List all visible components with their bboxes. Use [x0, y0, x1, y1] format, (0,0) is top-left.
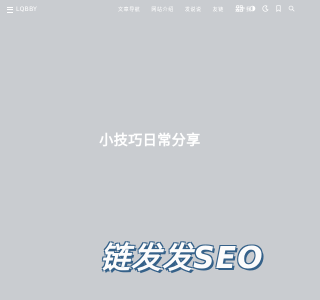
top-navigation-bar: LQBBY 文章导航 网站介绍 发说说 友链 关于我	[0, 0, 300, 22]
main-nav: 文章导航 网站介绍 发说说 友链 关于我	[118, 6, 252, 13]
grid-icon[interactable]	[236, 5, 243, 12]
brand-name[interactable]: LQBBY	[16, 6, 37, 13]
nav-item-post-status[interactable]: 发说说	[185, 6, 202, 13]
watermark-logo: 链发发SEO	[100, 241, 264, 276]
page: LQBBY 文章导航 网站介绍 发说说 友链 关于我 小技巧日常分享 链发发SE…	[0, 0, 300, 300]
sun-icon[interactable]	[249, 5, 256, 12]
nav-item-friend-links[interactable]: 友链	[213, 6, 224, 13]
header-tools	[236, 5, 295, 12]
nav-item-articles[interactable]: 文章导航	[118, 6, 140, 13]
search-icon[interactable]	[288, 5, 295, 12]
hamburger-icon[interactable]	[7, 6, 13, 13]
hero-title: 小技巧日常分享	[99, 133, 201, 149]
brand[interactable]: LQBBY	[7, 6, 37, 13]
bookmark-icon[interactable]	[275, 5, 282, 12]
nav-item-site-intro[interactable]: 网站介绍	[151, 6, 173, 13]
moon-icon[interactable]	[262, 5, 269, 12]
